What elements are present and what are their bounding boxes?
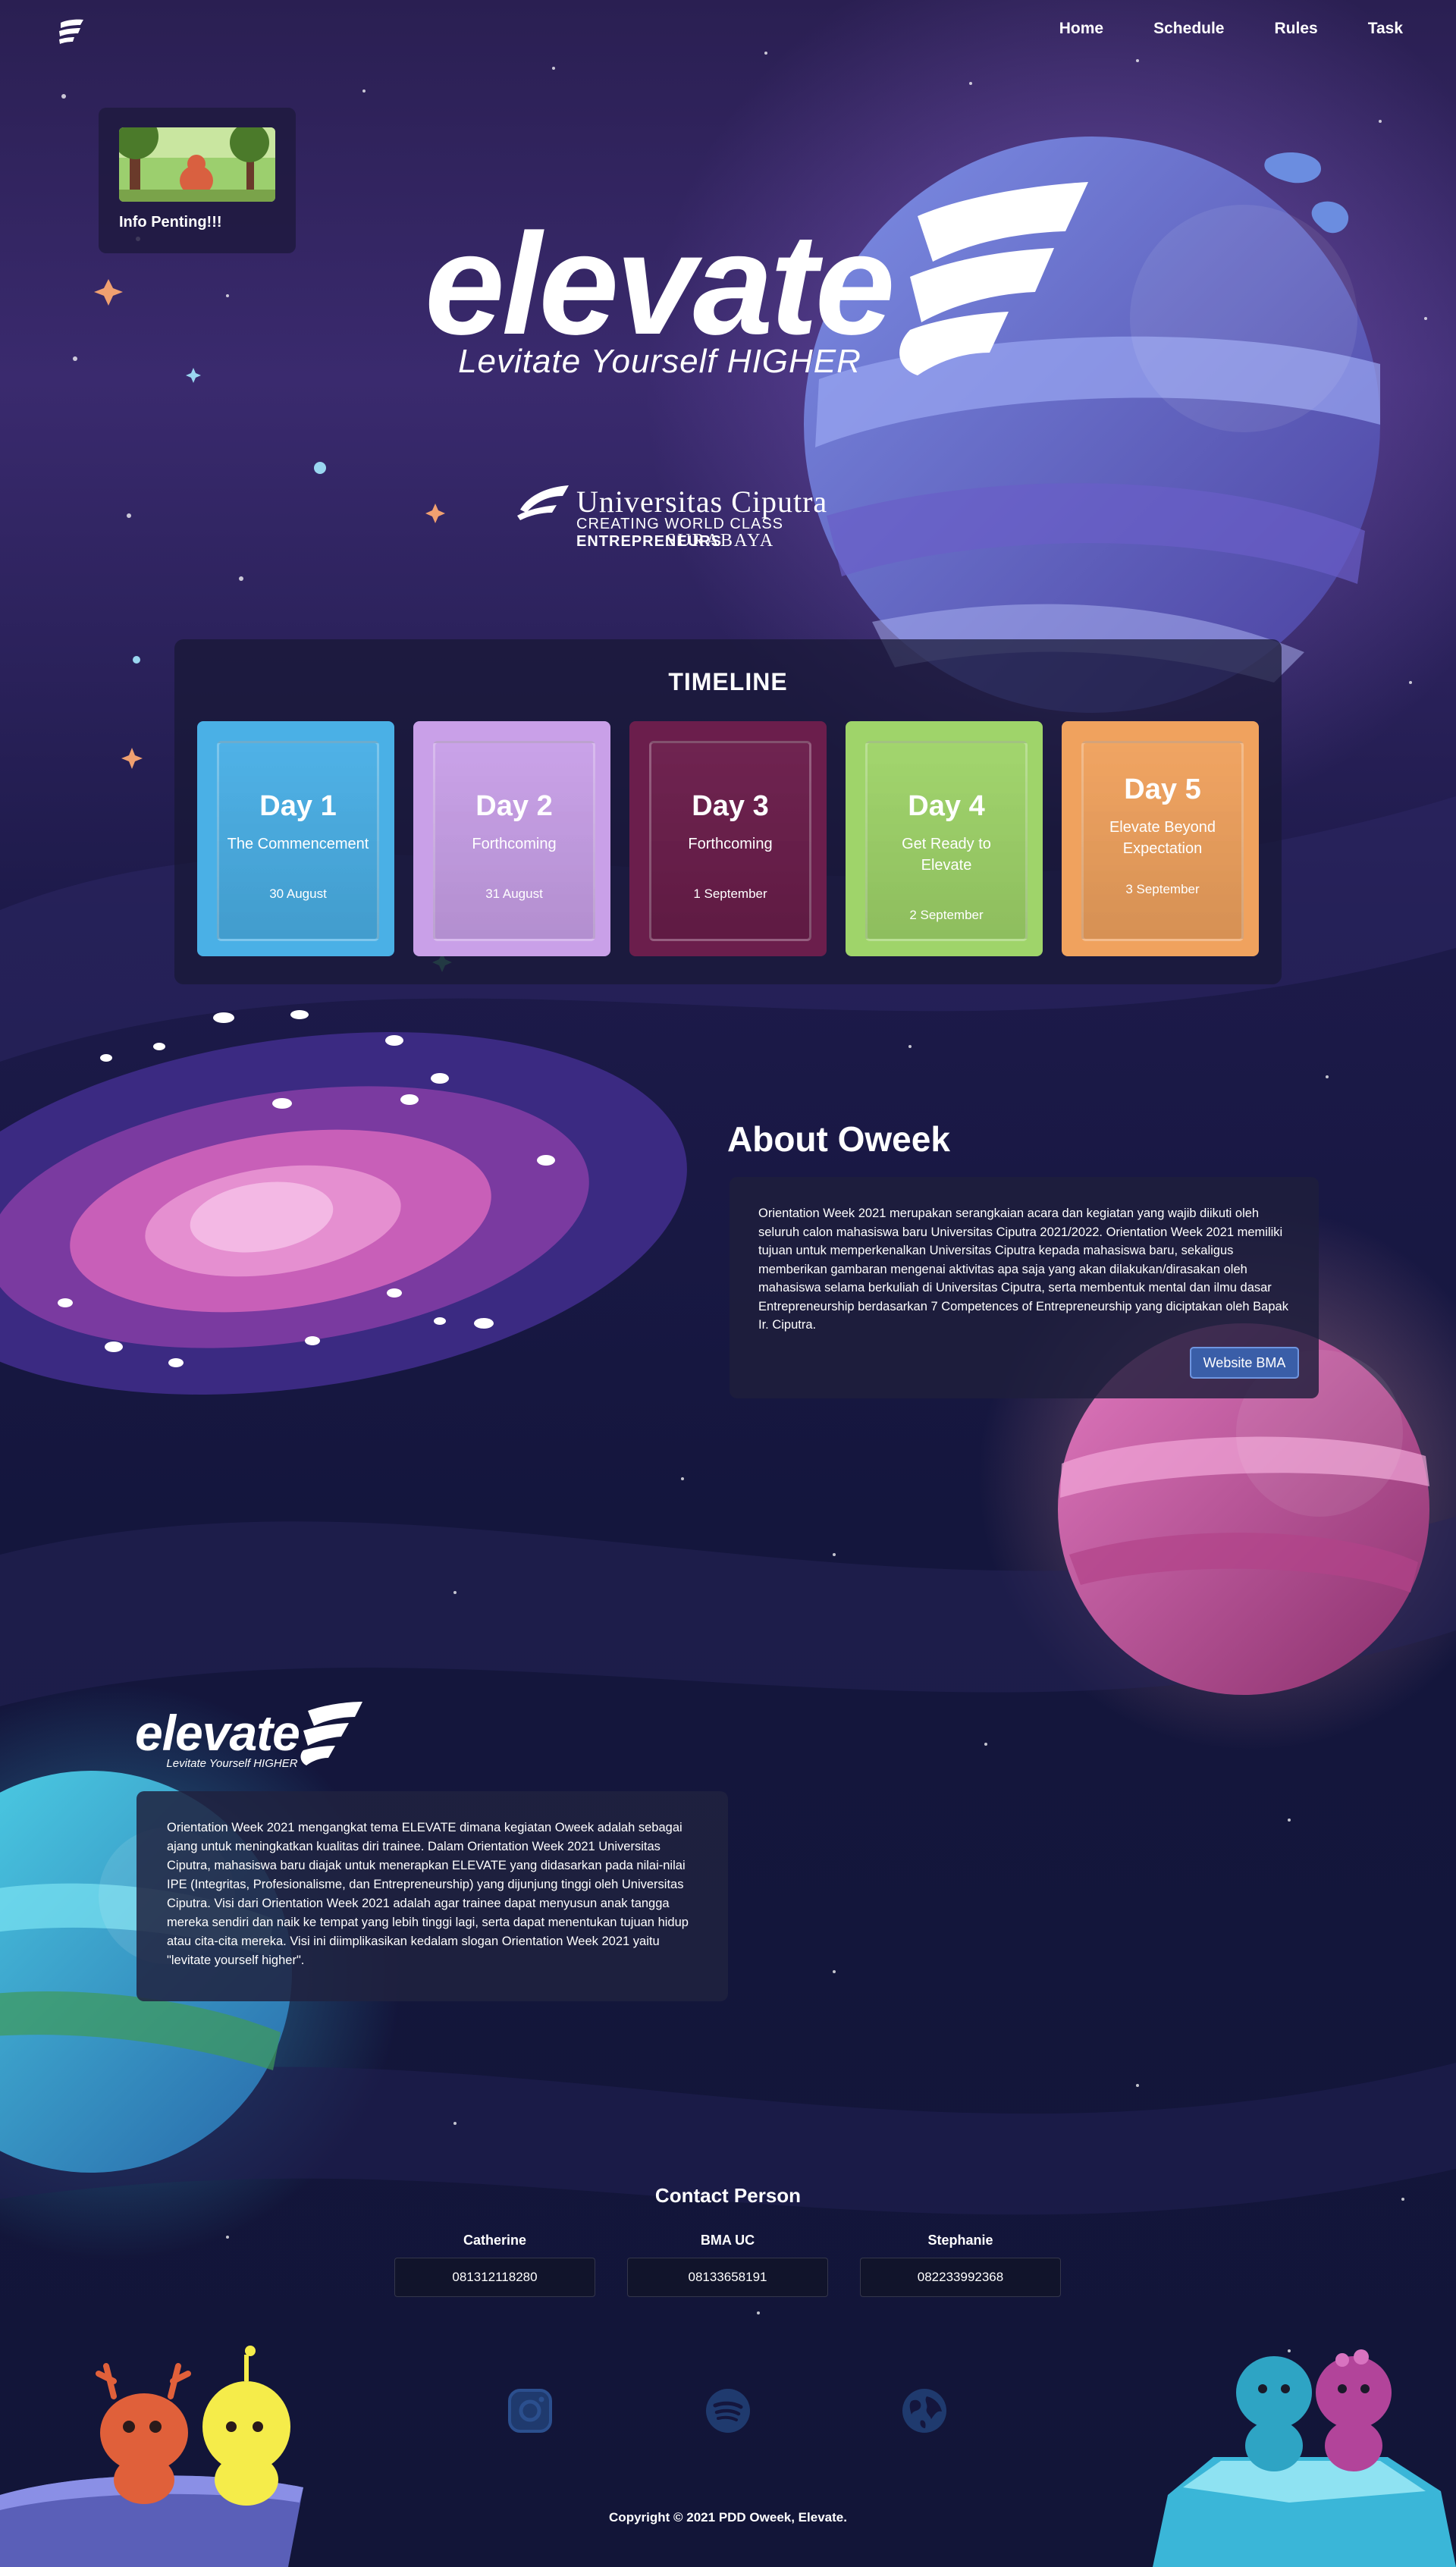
main-nav: Home Schedule Rules Task bbox=[1059, 20, 1403, 38]
timeline-day-card[interactable]: Day 1 The Commencement 30 August bbox=[197, 721, 394, 956]
day-title: Forthcoming bbox=[472, 836, 557, 852]
elevate-section-tagline: Levitate Yourself HIGHER bbox=[166, 1757, 298, 1770]
nav-task[interactable]: Task bbox=[1368, 20, 1403, 38]
day-date: 31 August bbox=[485, 887, 543, 901]
day-date: 3 September bbox=[1125, 882, 1200, 896]
spotify-icon[interactable] bbox=[704, 2387, 752, 2434]
contact-person-card: Stephanie 082233992368 bbox=[860, 2233, 1061, 2297]
elevate-logo-icon[interactable] bbox=[56, 18, 86, 46]
contact-title: Contact Person bbox=[654, 2184, 802, 2207]
day-number: Day 2 bbox=[475, 790, 553, 822]
about-heading: About Oweek bbox=[727, 1119, 950, 1159]
elevate-description-text: Orientation Week 2021 mengangkat tema EL… bbox=[167, 1821, 689, 1967]
university-name: Universitas Ciputra bbox=[576, 485, 828, 519]
timeline-day-card[interactable]: Day 4 Get Ready to Elevate 2 September bbox=[846, 721, 1043, 956]
timeline-day-card[interactable]: Day 2 Forthcoming 31 August bbox=[413, 721, 610, 956]
about-card: Orientation Week 2021 merupakan serangka… bbox=[730, 1177, 1319, 1398]
day-number: Day 5 bbox=[1124, 774, 1201, 805]
day-title: Get Ready to Elevate bbox=[902, 836, 991, 874]
footer-copyright: Copyright © 2021 PDD Oweek, Elevate. bbox=[609, 2510, 847, 2525]
day-number: Day 1 bbox=[259, 790, 337, 822]
elevate-description-card: Orientation Week 2021 mengangkat tema EL… bbox=[136, 1791, 728, 2001]
contact-phone[interactable]: 08133658191 bbox=[627, 2258, 828, 2297]
university-city: SURABAYA bbox=[666, 531, 775, 551]
nav-schedule[interactable]: Schedule bbox=[1153, 20, 1224, 38]
day-title: Elevate Beyond Expectation bbox=[1109, 819, 1216, 857]
day-date: 1 September bbox=[693, 887, 767, 901]
nav-home[interactable]: Home bbox=[1059, 20, 1103, 38]
contact-person-card: Catherine 081312118280 bbox=[394, 2233, 595, 2297]
ciputra-emblem-icon bbox=[517, 485, 569, 520]
timeline-day-card[interactable]: Day 3 Forthcoming 1 September bbox=[629, 721, 827, 956]
timeline-section: TIMELINE Day 1 The Commencement 30 Augus… bbox=[174, 639, 1282, 984]
timeline-title: TIMELINE bbox=[668, 668, 788, 695]
about-text: Orientation Week 2021 merupakan serangka… bbox=[758, 1207, 1288, 1332]
university-logo: Universitas Ciputra CREATING WORLD CLASS… bbox=[514, 476, 884, 552]
day-date: 30 August bbox=[269, 887, 327, 901]
timeline-day-card[interactable]: Day 5 Elevate Beyond Expectation 3 Septe… bbox=[1062, 721, 1259, 956]
day-title: The Commencement bbox=[227, 836, 369, 852]
contact-phone[interactable]: 082233992368 bbox=[860, 2258, 1061, 2297]
instagram-icon[interactable] bbox=[507, 2387, 554, 2434]
hero-title: elevate bbox=[425, 204, 892, 365]
globe-icon[interactable] bbox=[901, 2387, 948, 2434]
info-thumbnail-image bbox=[119, 127, 275, 202]
contact-name: Catherine bbox=[463, 2233, 527, 2248]
nav-rules[interactable]: Rules bbox=[1275, 20, 1318, 38]
day-number: Day 3 bbox=[692, 790, 769, 822]
contact-name: BMA UC bbox=[700, 2233, 755, 2248]
contact-person-card: BMA UC 08133658191 bbox=[627, 2233, 828, 2297]
day-title: Forthcoming bbox=[688, 836, 773, 852]
contact-name: Stephanie bbox=[927, 2233, 993, 2248]
info-card[interactable]: Info Penting!!! bbox=[99, 108, 296, 253]
hero-tagline: Levitate Yourself HIGHER bbox=[458, 343, 861, 380]
elevate-section-logo-text: elevate bbox=[135, 1705, 300, 1761]
website-bma-button[interactable]: Website BMA bbox=[1190, 1347, 1299, 1379]
contact-phone[interactable]: 081312118280 bbox=[394, 2258, 595, 2297]
day-date: 2 September bbox=[909, 908, 984, 922]
day-number: Day 4 bbox=[908, 790, 985, 822]
info-card-label: Info Penting!!! bbox=[119, 214, 222, 231]
